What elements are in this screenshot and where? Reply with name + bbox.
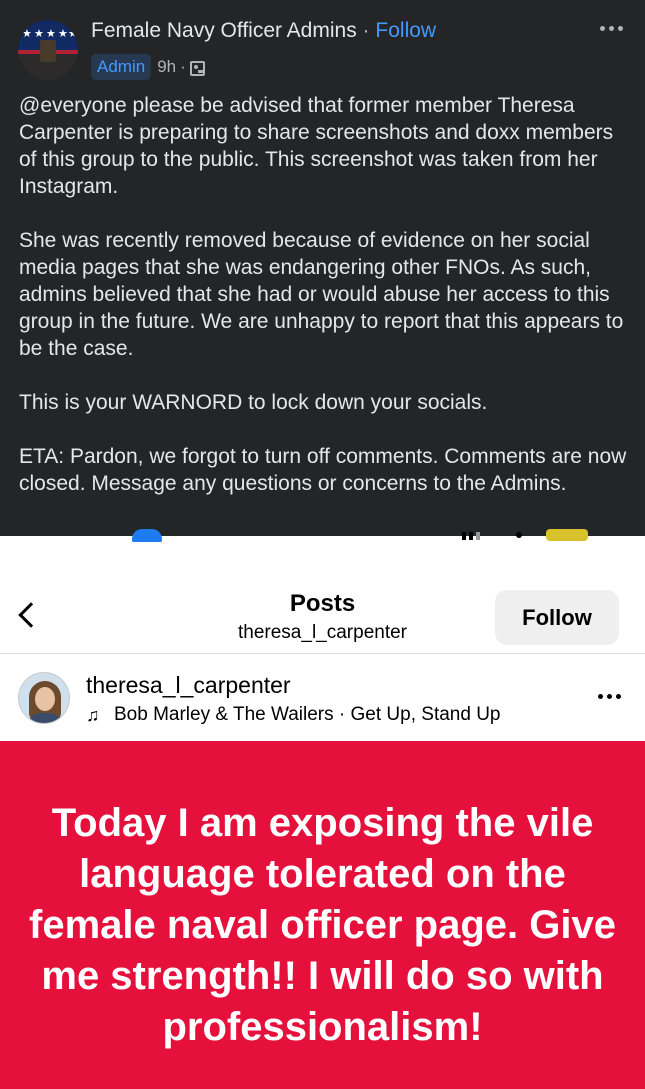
more-dot bbox=[607, 694, 612, 699]
more-dot bbox=[616, 694, 621, 699]
post-time-link[interactable]: 9h bbox=[157, 57, 176, 77]
header-separator: · bbox=[362, 19, 370, 42]
group-audience-icon bbox=[189, 60, 205, 76]
more-options-icon[interactable] bbox=[600, 26, 623, 31]
more-options-icon[interactable] bbox=[598, 694, 621, 699]
avatar-podium bbox=[40, 40, 56, 62]
group-name-link[interactable]: Female Navy Officer Admins bbox=[91, 19, 357, 42]
more-dot bbox=[600, 26, 605, 31]
verified-badge-fragment bbox=[132, 529, 162, 542]
battery-icon bbox=[546, 529, 588, 541]
signal-icon bbox=[462, 532, 480, 540]
more-dot bbox=[598, 694, 603, 699]
facebook-post: ★ ★ ★ ★ ★ Female Navy Officer Admins · Follo… bbox=[0, 0, 645, 536]
post-image-text: Today I am exposing the vile language to… bbox=[29, 801, 616, 1049]
follow-group-link[interactable]: Follow bbox=[375, 19, 436, 42]
post-meta: Admin 9h · bbox=[91, 53, 205, 81]
meta-separator: · bbox=[180, 57, 186, 76]
post-paragraph: This is your WARNORD to lock down your s… bbox=[19, 391, 488, 414]
cropped-status-bar bbox=[0, 528, 645, 542]
instagram-screenshot: Posts theresa_l_carpenter Follow theresa… bbox=[0, 542, 645, 1089]
group-avatar[interactable]: ★ ★ ★ ★ ★ bbox=[18, 20, 78, 80]
header-divider bbox=[0, 653, 645, 654]
avatar-face bbox=[35, 687, 55, 711]
post-header: Female Navy Officer Admins · Follow bbox=[91, 19, 436, 43]
post-paragraph: ETA: Pardon, we forgot to turn off comme… bbox=[19, 445, 627, 495]
more-dot bbox=[618, 26, 623, 31]
post-paragraph: She was recently removed because of evid… bbox=[19, 229, 624, 360]
post-body: @everyone please be advised that former … bbox=[19, 92, 629, 497]
post-audio-link[interactable]: ♫ Bob Marley & The Wailers · Get Up, Sta… bbox=[86, 704, 501, 726]
post-image[interactable]: Today I am exposing the vile language to… bbox=[0, 741, 645, 1089]
audio-label: Bob Marley & The Wailers · Get Up, Stand… bbox=[114, 704, 501, 725]
admin-badge: Admin bbox=[91, 54, 152, 80]
avatar[interactable] bbox=[18, 672, 70, 724]
more-dot bbox=[609, 26, 614, 31]
follow-button[interactable]: Follow bbox=[495, 590, 619, 645]
music-note-icon: ♫ bbox=[86, 704, 100, 725]
post-paragraph: @everyone please be advised that former … bbox=[19, 94, 614, 198]
wifi-icon bbox=[516, 532, 522, 538]
post-username[interactable]: theresa_l_carpenter bbox=[86, 672, 291, 699]
